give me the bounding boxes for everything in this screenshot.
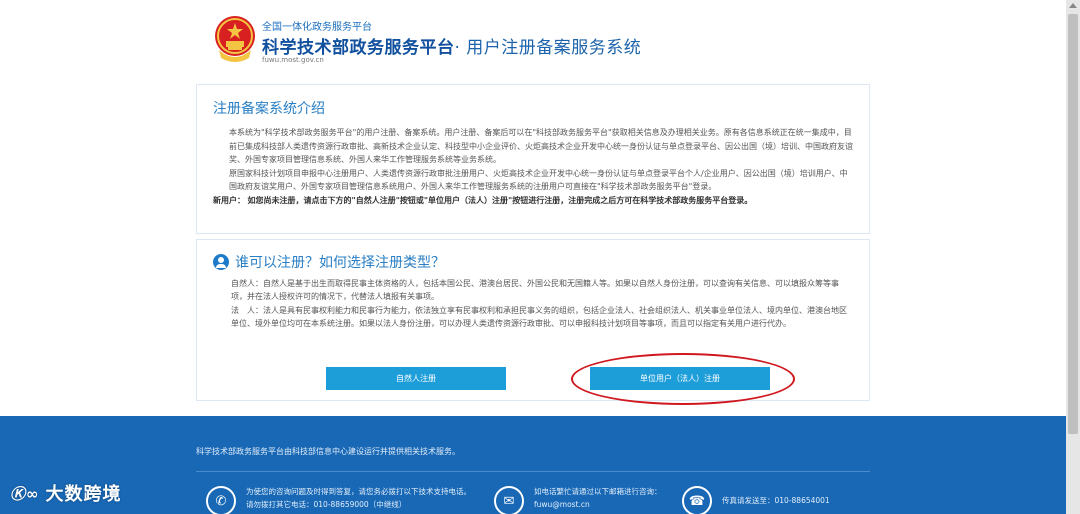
natural-person-description: 自然人：自然人是基于出生而取得民事主体资格的人，包括本国公民、港澳台居民、外国公… — [231, 279, 839, 302]
intro-panel: 注册备案系统介绍 本系统为"科学技术部政务服务平台"的用户注册、备案系统。用户注… — [196, 84, 870, 234]
intro-title: 注册备案系统介绍 — [213, 101, 325, 117]
phone-icon: ✆ — [206, 486, 236, 514]
header-url: fuwu.most.gov.cn — [262, 56, 324, 64]
footer-email-info: 如电话繁忙请通过以下邮箱进行咨询： fuwu@most.cn — [534, 485, 662, 511]
header-main-title: 科学技术部政务服务平台 — [262, 38, 455, 58]
page-scrollbar[interactable] — [1066, 0, 1080, 514]
site-footer: 科学技术部政务服务平台由科技部信息中心建设运行并提供相关技术服务。 ✆ 为使您的… — [0, 416, 1066, 514]
natural-person-register-button[interactable]: 自然人注册 — [326, 367, 506, 390]
intro-paragraph-1: 本系统为"科学技术部政务服务平台"的用户注册、备案系统。用户注册、备案后可以在"… — [229, 128, 853, 165]
national-emblem-icon — [215, 16, 255, 62]
who-body: 自然人：自然人是基于出生而取得民事主体资格的人，包括本国公民、港澳台居民、外国公… — [213, 277, 853, 331]
footer-phone-text-1: 为使您的咨询问题及时得到答复，请您务必拨打以下技术支持电话。 — [246, 487, 471, 496]
watermark: Ⓚ∞ 大数跨境 — [10, 480, 122, 506]
site-header: 全国一体化政务服务平台 科学技术部政务服务平台· 用户注册备案服务系统 fuwu… — [0, 0, 1080, 78]
new-user-label: 新用户： — [213, 195, 245, 205]
scroll-up-arrow-icon[interactable] — [1069, 3, 1077, 8]
watermark-logo: Ⓚ∞ — [10, 484, 40, 503]
who-title-text: 谁可以注册？如何选择注册类型？ — [235, 255, 445, 271]
footer-fax-info: 传真请发送至：010-88654001 — [722, 496, 830, 505]
legal-person-register-button[interactable]: 单位用户（法人）注册 — [590, 367, 770, 390]
footer-phone-info: 为使您的咨询问题及时得到答复，请您务必拨打以下技术支持电话。 请勿拨打其它电话：… — [246, 485, 471, 511]
who-title: 谁可以注册？如何选择注册类型？ — [213, 252, 445, 272]
email-icon: ✉ — [494, 486, 524, 514]
footer-email-address[interactable]: fuwu@most.cn — [534, 498, 662, 511]
footer-service-line: 科学技术部政务服务平台由科技部信息中心建设运行并提供相关技术服务。 — [196, 447, 460, 456]
watermark-text: 大数跨境 — [45, 484, 122, 505]
intro-paragraph-2: 原国家科技计划项目申报中心注册用户、人类遗传资源行政审批注册用户、火炬高技术企业… — [229, 168, 848, 192]
fax-icon: ☎ — [682, 486, 712, 514]
new-user-text: 如您尚未注册，请点击下方的"自然人注册"按钮或"单位用户（法人）注册"按钮进行注… — [247, 195, 753, 205]
intro-body: 本系统为"科学技术部政务服务平台"的用户注册、备案系统。用户注册、备案后可以在"… — [213, 126, 853, 208]
header-title: 科学技术部政务服务平台· 用户注册备案服务系统 — [262, 33, 641, 58]
footer-email-text-1: 如电话繁忙请通过以下邮箱进行咨询： — [534, 487, 662, 496]
footer-divider — [196, 471, 870, 472]
new-user-line: 新用户： 如您尚未注册，请点击下方的"自然人注册"按钮或"单位用户（法人）注册"… — [213, 196, 752, 205]
footer-phone-text-2: 请勿拨打其它电话：010-88659000（中继线） — [246, 500, 407, 509]
scroll-thumb[interactable] — [1068, 14, 1078, 434]
header-small-title: 全国一体化政务服务平台 — [262, 22, 372, 33]
who-can-register-panel: 谁可以注册？如何选择注册类型？ 自然人：自然人是基于出生而取得民事主体资格的人，… — [196, 239, 870, 401]
header-sub-title: · 用户注册备案服务系统 — [454, 38, 642, 58]
legal-person-description: 法 人：法人是具有民事权利能力和民事行为能力，依法独立享有民事权利和承担民事义务… — [231, 305, 847, 329]
user-icon — [213, 254, 229, 270]
